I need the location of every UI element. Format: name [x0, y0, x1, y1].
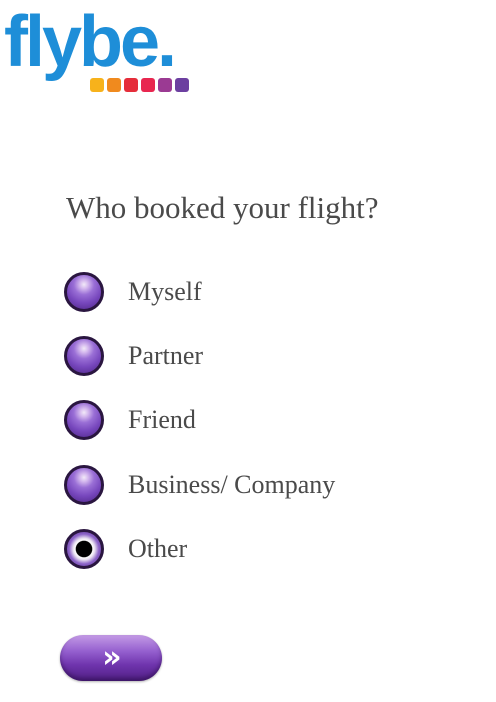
- logo-dot: [175, 78, 189, 92]
- logo-dot: [124, 78, 138, 92]
- radio-partner[interactable]: [64, 336, 104, 376]
- option-business-company[interactable]: Business/ Company: [64, 461, 335, 509]
- radio-business-company[interactable]: [64, 465, 104, 505]
- next-button[interactable]: »: [60, 635, 162, 681]
- logo-period: .: [157, 2, 177, 82]
- logo-dot: [141, 78, 155, 92]
- double-chevron-right-icon: »: [102, 640, 121, 675]
- logo-dot: [158, 78, 172, 92]
- logo-wordmark: flybe: [4, 2, 160, 82]
- option-myself[interactable]: Myself: [64, 268, 202, 316]
- option-label-friend: Friend: [128, 405, 196, 434]
- radio-myself[interactable]: [64, 272, 104, 312]
- radio-other[interactable]: [64, 529, 104, 569]
- logo-dot: [107, 78, 121, 92]
- logo-color-dots: [90, 78, 189, 92]
- option-other[interactable]: Other: [64, 525, 187, 573]
- survey-question: Who booked your flight?: [66, 190, 379, 225]
- option-friend[interactable]: Friend: [64, 396, 196, 444]
- option-partner[interactable]: Partner: [64, 332, 203, 380]
- option-label-business-company: Business/ Company: [128, 470, 336, 499]
- radio-friend[interactable]: [64, 400, 104, 440]
- option-label-other: Other: [128, 534, 188, 563]
- logo-dot: [90, 78, 104, 92]
- option-label-partner: Partner: [128, 341, 204, 370]
- flybe-logo: flybe.: [4, 6, 194, 96]
- option-label-myself: Myself: [128, 277, 202, 306]
